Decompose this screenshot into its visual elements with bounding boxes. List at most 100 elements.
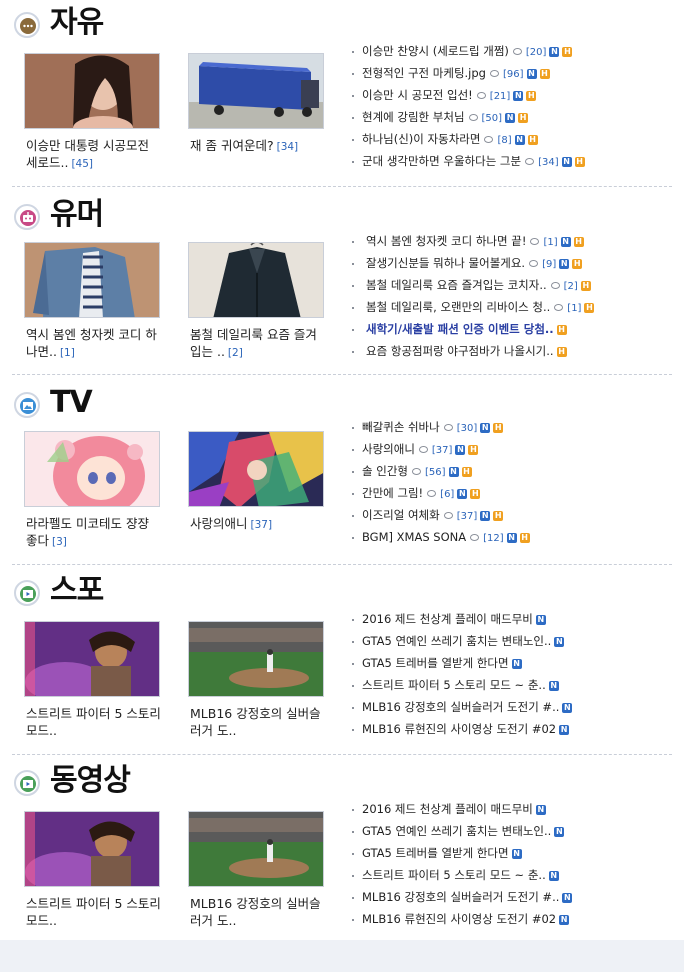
thumbnail-image[interactable] <box>24 621 160 697</box>
post-list-item[interactable]: 스트리트 파이터 5 스토리 모드 ~ 춘.. N <box>362 864 559 886</box>
section-title[interactable]: TV <box>50 386 93 420</box>
thumbnail-image[interactable] <box>24 242 160 318</box>
post-list-item[interactable]: 2016 제드 천상계 플레이 매드무비 N <box>362 608 546 630</box>
post-title[interactable]: 군대 생각만하면 우울하다는 그분 <box>362 154 521 168</box>
post-title[interactable]: MLB16 강정호의 실버슬러거 도전기 #.. <box>362 700 559 714</box>
post-list-item[interactable]: GTA5 연예인 쓰레기 훔치는 변태노인.. N <box>362 630 565 652</box>
post-list-item[interactable]: 이즈리얼 여체화 [37] N H <box>362 504 504 526</box>
post-list: 이승만 찬양시 (세로드립 개쩜) [20] N H 전형적인 구전 마케팅.jpg [9… <box>362 40 682 180</box>
post-list-item[interactable]: 현계에 강림한 부처님 [50] N H <box>362 106 529 128</box>
post-list-item[interactable]: 역시 봄엔 청자켓 코디 하나면 끝! [1] N H <box>366 230 584 252</box>
post-title[interactable]: 2016 제드 천상계 플레이 매드무비 <box>362 802 533 816</box>
section-title[interactable]: 자유 <box>50 6 104 40</box>
post-title[interactable]: GTA5 트레버를 열받게 한다면 <box>362 656 509 670</box>
post-list-item[interactable]: 군대 생각만하면 우울하다는 그분 [34] N H <box>362 150 585 172</box>
post-title[interactable]: 봄철 데일리룩, 오랜만의 리바이스 청.. <box>366 300 550 314</box>
board-preview-page: 자유 이승만 대통령 시공모전 세로드.. [45] 재 좀 귀여운데? [34… <box>0 0 684 940</box>
post-list-item[interactable]: 새학기/새출발 패션 인증 이벤트 당첨.. H <box>366 318 567 340</box>
thumbnail-image[interactable] <box>24 53 160 129</box>
thumbnail-image[interactable] <box>24 431 160 507</box>
thumbnail-caption[interactable]: 이승만 대통령 시공모전 세로드.. [45] <box>26 137 162 173</box>
post-list-item[interactable]: GTA5 연예인 쓰레기 훔치는 변태노인.. N <box>362 820 565 842</box>
hot-badge-icon: H <box>470 488 481 499</box>
thumbnail-image[interactable] <box>188 53 324 129</box>
section-title[interactable]: 동영상 <box>50 764 131 798</box>
thumbnail-caption[interactable]: 봄철 데일리룩 요즘 즐겨입는 .. [2] <box>190 326 326 362</box>
thumbnail-caption[interactable]: MLB16 강정호의 실버슬러거 도.. <box>190 895 326 931</box>
bullet-dot <box>352 641 354 643</box>
post-title[interactable]: GTA5 연예인 쓰레기 훔치는 변태노인.. <box>362 634 551 648</box>
bullet-dot <box>352 853 354 855</box>
bullet-dot <box>352 329 354 331</box>
thumbnail-caption[interactable]: MLB16 강정호의 실버슬러거 도.. <box>190 705 326 741</box>
post-title[interactable]: MLB16 류현진의 사이영상 도전기 #02 <box>362 722 556 736</box>
post-list-item[interactable]: 전형적인 구전 마케팅.jpg [96] N H <box>362 62 550 84</box>
thumbnail-image[interactable] <box>188 621 324 697</box>
thumbnail-caption[interactable]: 사랑의애니 [37] <box>190 515 326 534</box>
post-list-item[interactable]: 봄철 데일리룩, 오랜만의 리바이스 청.. [1] H <box>366 296 595 318</box>
post-title[interactable]: 잘생기신분들 뭐하나 물어볼게요. <box>366 256 525 270</box>
post-title[interactable]: BGM] XMAS SONA <box>362 530 466 544</box>
thumbnail-caption[interactable]: 스트리트 파이터 5 스토리 모드.. <box>26 705 162 741</box>
post-title[interactable]: 새학기/새출발 패션 인증 이벤트 당첨.. <box>366 322 554 336</box>
post-title[interactable]: 역시 봄엔 청자켓 코디 하나면 끝! <box>366 234 526 248</box>
post-list-item[interactable]: 이승만 찬양시 (세로드립 개쩜) [20] N H <box>362 40 573 62</box>
post-title[interactable]: 이승만 찬양시 (세로드립 개쩜) <box>362 44 509 58</box>
caption-text: 스트리트 파이터 5 스토리 모드.. <box>26 706 161 738</box>
post-list-item[interactable]: 빼갈퀴손 쉬바나 [30] N H <box>362 416 504 438</box>
post-title[interactable]: 이즈리얼 여체화 <box>362 508 440 522</box>
thumbnail-caption[interactable]: 역시 봄엔 청자켓 코디 하나면.. [1] <box>26 326 162 362</box>
post-list-item[interactable]: GTA5 트레버를 열받게 한다면 N <box>362 652 522 674</box>
post-list: 빼갈퀴손 쉬바나 [30] N H 사랑의애니 [37] N H 솔 인간형 [56] N H 간만에 … <box>362 416 682 556</box>
thumbnail-image[interactable] <box>188 431 324 507</box>
post-list-item[interactable]: MLB16 류현진의 사이영상 도전기 #02 N <box>362 718 570 740</box>
post-title[interactable]: MLB16 강정호의 실버슬러거 도전기 #.. <box>362 890 559 904</box>
thumbnail-image[interactable] <box>188 242 324 318</box>
section-humor: 유머 역시 봄엔 청자켓 코디 하나면.. [1] 봄철 데일리룩 요즘 즐겨입… <box>0 192 684 372</box>
post-title[interactable]: GTA5 트레버를 열받게 한다면 <box>362 846 509 860</box>
post-title[interactable]: 스트리트 파이터 5 스토리 모드 ~ 춘.. <box>362 678 546 692</box>
post-list-item[interactable]: BGM] XMAS SONA [12] N H <box>362 526 530 548</box>
section-title[interactable]: 스포 <box>50 574 104 608</box>
post-list-item[interactable]: 요즘 항공점퍼랑 야구점바가 나올시기.. H <box>366 340 567 362</box>
post-title[interactable]: 간만에 그림! <box>362 486 423 500</box>
caption-text: 재 좀 귀여운데? <box>190 138 274 153</box>
post-title[interactable]: 현계에 강림한 부처님 <box>362 110 465 124</box>
post-title[interactable]: 이승만 시 공모전 입선! <box>362 88 473 102</box>
post-title[interactable]: 2016 제드 천상계 플레이 매드무비 <box>362 612 533 626</box>
post-title[interactable]: 사랑의애니 <box>362 442 415 456</box>
post-list-item[interactable]: MLB16 강정호의 실버슬러거 도전기 #.. N <box>362 696 573 718</box>
thumbnail-caption[interactable]: 스트리트 파이터 5 스토리 모드.. <box>26 895 162 931</box>
post-title[interactable]: 요즘 항공점퍼랑 야구점바가 나올시기.. <box>366 344 554 358</box>
post-list-item[interactable]: MLB16 류현진의 사이영상 도전기 #02 N <box>362 908 570 930</box>
comment-bubble-icon <box>489 70 499 77</box>
thumbnail-image[interactable] <box>188 811 324 887</box>
caption-text: MLB16 강정호의 실버슬러거 도.. <box>190 706 321 738</box>
post-title[interactable]: 솔 인간형 <box>362 464 408 478</box>
section-title[interactable]: 유머 <box>50 198 104 232</box>
post-title[interactable]: 전형적인 구전 마케팅.jpg <box>362 66 486 80</box>
post-list-item[interactable]: 솔 인간형 [56] N H <box>362 460 472 482</box>
thumbnail-caption[interactable]: 재 좀 귀여운데? [34] <box>190 137 326 156</box>
post-list-item[interactable]: 간만에 그림! [6] N H <box>362 482 481 504</box>
new-badge-icon: N <box>548 870 559 881</box>
thumbnail-caption[interactable]: 라라펠도 미코테도 쟝쟝 좋다 [3] <box>26 515 162 551</box>
post-title[interactable]: 하나님(신)이 자동차라면 <box>362 132 480 146</box>
post-title[interactable]: 빼갈퀴손 쉬바나 <box>362 420 440 434</box>
post-list-item[interactable]: 스트리트 파이터 5 스토리 모드 ~ 춘.. N <box>362 674 559 696</box>
post-list-item[interactable]: 사랑의애니 [37] N H <box>362 438 479 460</box>
post-title[interactable]: 스트리트 파이터 5 스토리 모드 ~ 춘.. <box>362 868 546 882</box>
post-list-item[interactable]: 잘생기신분들 뭐하나 물어볼게요. [9] N H <box>366 252 583 274</box>
post-list-item[interactable]: MLB16 강정호의 실버슬러거 도전기 #.. N <box>362 886 573 908</box>
post-list-item[interactable]: 하나님(신)이 자동차라면 [8] N H <box>362 128 538 150</box>
post-list-item[interactable]: 이승만 시 공모전 입선! [21] N H <box>362 84 537 106</box>
hot-badge-icon: H <box>519 532 530 543</box>
post-list-item[interactable]: 봄철 데일리룩 요즘 즐겨입는 코치자.. [2] H <box>366 274 591 296</box>
new-badge-icon: N <box>559 258 570 269</box>
post-title[interactable]: MLB16 류현진의 사이영상 도전기 #02 <box>362 912 556 926</box>
post-list-item[interactable]: 2016 제드 천상계 플레이 매드무비 N <box>362 798 546 820</box>
thumbnail-image[interactable] <box>24 811 160 887</box>
post-list-item[interactable]: GTA5 트레버를 열받게 한다면 N <box>362 842 522 864</box>
post-title[interactable]: 봄철 데일리룩 요즘 즐겨입는 코치자.. <box>366 278 547 292</box>
post-title[interactable]: GTA5 연예인 쓰레기 훔치는 변태노인.. <box>362 824 551 838</box>
